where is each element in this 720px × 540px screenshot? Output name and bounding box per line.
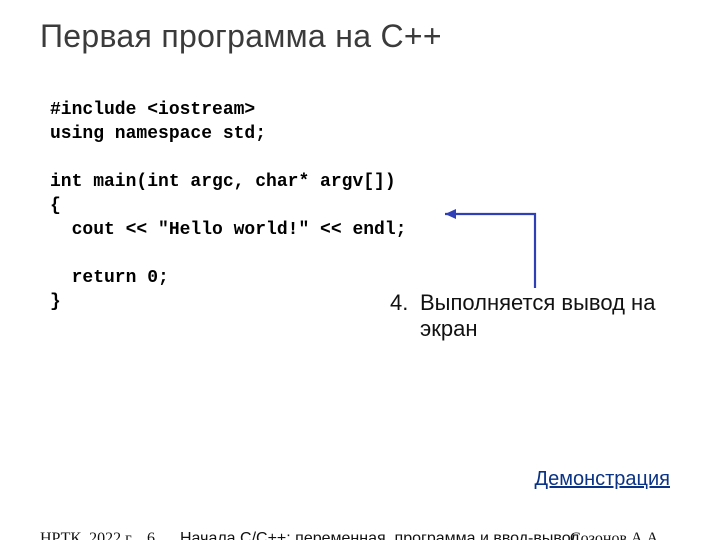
- code-block: #include <iostream> using namespace std;…: [50, 98, 406, 314]
- annotation-number: 4.: [390, 290, 408, 316]
- footer-author: Созонов А.А.: [570, 530, 662, 540]
- footer-page-number: 6: [147, 530, 155, 540]
- slide-title: Первая программа на C++: [40, 18, 442, 55]
- footer-org-year: НРТК, 2022 г.: [40, 530, 134, 540]
- annotation-text: Выполняется вывод на экран: [420, 290, 680, 342]
- footer-topic: Начала С/C++: переменная, программа и вв…: [180, 530, 580, 540]
- demo-link[interactable]: Демонстрация: [535, 468, 670, 491]
- slide: Первая программа на C++ #include <iostre…: [0, 0, 720, 540]
